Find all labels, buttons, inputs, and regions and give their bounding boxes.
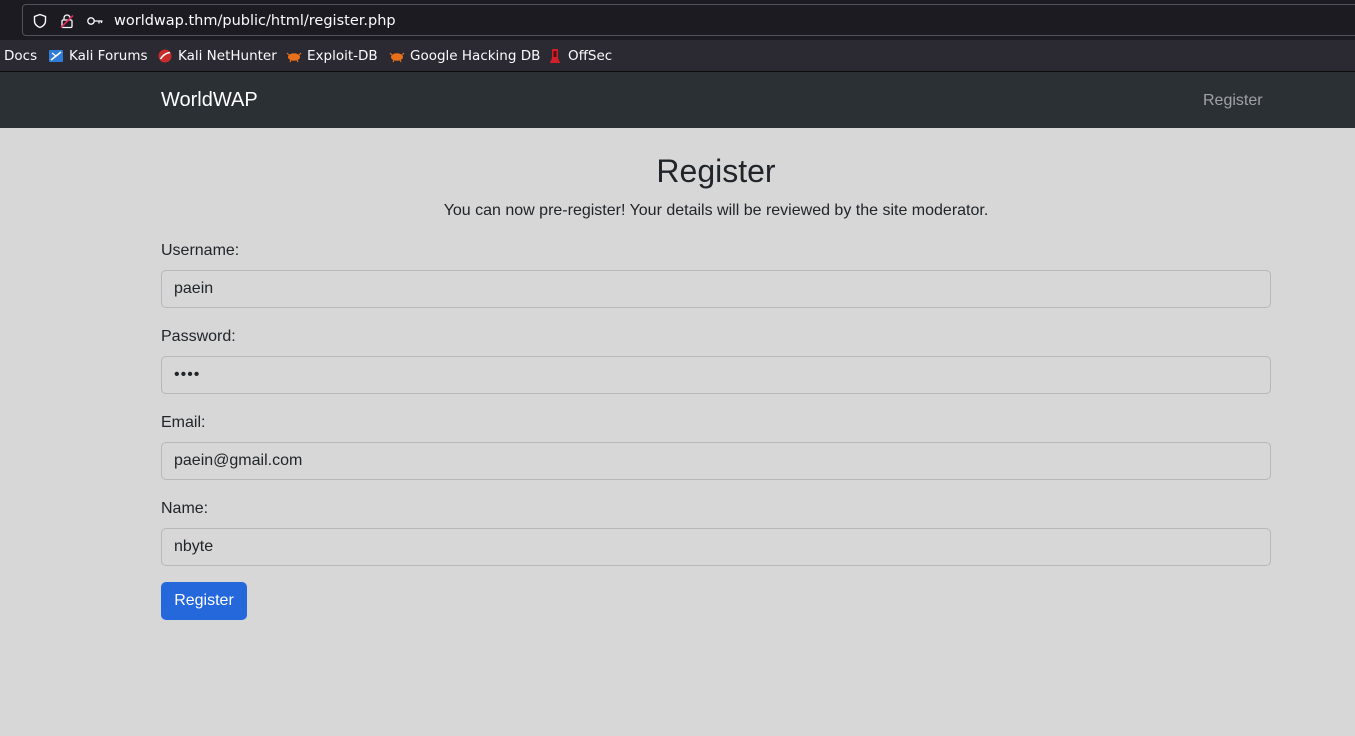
nav-register-link[interactable]: Register [1203, 91, 1263, 111]
password-label: Password: [161, 328, 236, 345]
page-subtitle: You can now pre-register! Your details w… [443, 202, 989, 219]
url-text[interactable]: worldwap.thm/public/html/register.php [114, 12, 396, 30]
bookmark-label: Kali NetHunter [178, 48, 277, 64]
offsec-icon [547, 48, 563, 64]
browser-toolbar: worldwap.thm/public/html/register.php [0, 0, 1355, 40]
toolbar-edge [0, 12, 6, 26]
exploit-db-icon [286, 48, 302, 64]
bookmark-label: Docs [4, 48, 38, 64]
page-title: Register [656, 153, 776, 189]
bookmark-docs[interactable]: Docs [4, 47, 37, 65]
name-label: Name: [161, 500, 209, 517]
username-label: Username: [161, 242, 240, 259]
email-label: Email: [161, 414, 206, 431]
username-input[interactable]: paein [161, 270, 1271, 308]
bookmark-label: Kali Forums [69, 48, 148, 64]
shield-icon[interactable] [32, 13, 48, 29]
bookmark-label: Google Hacking DB [410, 48, 541, 64]
site-navbar: WorldWAP Register [0, 72, 1355, 128]
address-bar[interactable]: worldwap.thm/public/html/register.php [22, 4, 1355, 36]
password-input[interactable]: •••• [161, 356, 1271, 394]
bookmark-google-hacking-db[interactable]: Google Hacking DB [389, 47, 540, 65]
bookmark-kali-nethunter[interactable]: Kali NetHunter [157, 47, 277, 65]
bookmark-label: OffSec [568, 48, 613, 64]
email-input[interactable]: paein@gmail.com [161, 442, 1271, 480]
brand-link[interactable]: WorldWAP [161, 89, 258, 111]
register-button[interactable]: Register [161, 582, 247, 620]
kali-nethunter-icon [157, 48, 173, 64]
bookmark-exploit-db[interactable]: Exploit-DB [286, 47, 378, 65]
bookmark-label: Exploit-DB [307, 48, 378, 64]
bookmark-kali-forums[interactable]: Kali Forums [48, 47, 148, 65]
ghdb-icon [389, 48, 405, 64]
bookmarks-toolbar: Docs Kali Forums Kali NetHunter Exploit-… [0, 40, 1355, 72]
bookmark-offsec[interactable]: OffSec [547, 47, 612, 65]
kali-forums-icon [48, 48, 64, 64]
key-icon[interactable] [86, 13, 103, 29]
name-input[interactable]: nbyte [161, 528, 1271, 566]
insecure-lock-icon[interactable] [59, 13, 75, 29]
